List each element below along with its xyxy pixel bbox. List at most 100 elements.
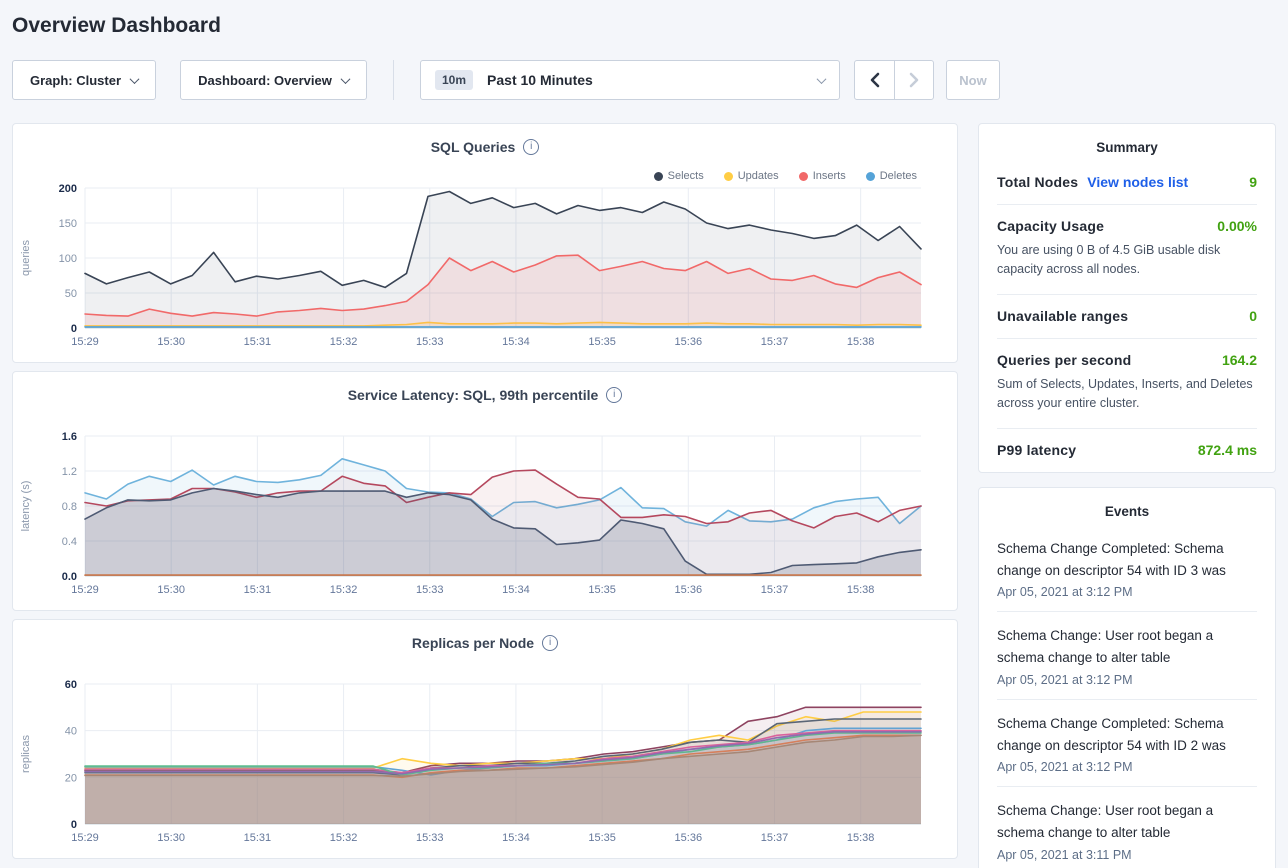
time-forward-button[interactable] <box>894 61 933 99</box>
summary-item-value: 872.4 ms <box>1198 442 1257 458</box>
time-range-select[interactable]: 10m Past 10 Minutes <box>420 60 840 100</box>
toolbar: Graph: Cluster Dashboard: Overview 10m P… <box>12 60 1276 100</box>
summary-item-value: 9 <box>1249 174 1257 190</box>
svg-text:15:35: 15:35 <box>588 584 616 596</box>
svg-text:15:34: 15:34 <box>502 584 530 596</box>
dashboard-dropdown[interactable]: Dashboard: Overview <box>180 60 367 100</box>
event-text[interactable]: Schema Change Completed: Schema change o… <box>997 538 1257 583</box>
svg-text:15:29: 15:29 <box>71 584 99 596</box>
summary-item-label: Total Nodes <box>997 174 1078 190</box>
summary-item: Unavailable ranges 0 <box>997 295 1257 339</box>
svg-text:replicas: replicas <box>20 735 32 773</box>
svg-text:15:32: 15:32 <box>330 584 358 596</box>
chart-title: Service Latency: SQL, 99th percentile i <box>13 387 957 403</box>
summary-item: P99 latency 872.4 ms <box>997 429 1257 472</box>
replicas-per-node-plot[interactable]: 15:2915:3015:3115:3215:3315:3415:3515:36… <box>13 676 958 852</box>
svg-text:50: 50 <box>65 288 77 300</box>
svg-text:15:30: 15:30 <box>157 832 185 844</box>
svg-text:15:31: 15:31 <box>244 584 272 596</box>
svg-text:15:33: 15:33 <box>416 336 444 348</box>
chevron-down-icon <box>130 74 140 84</box>
sql-queries-plot[interactable]: 15:2915:3015:3115:3215:3315:3415:3515:36… <box>13 180 958 356</box>
summary-item-value: 0 <box>1249 308 1257 324</box>
summary-item-label: Queries per second <box>997 352 1131 368</box>
svg-text:15:32: 15:32 <box>330 336 358 348</box>
svg-text:15:34: 15:34 <box>502 336 530 348</box>
chart-title-text: SQL Queries <box>431 139 516 155</box>
graph-dropdown-label: Graph: Cluster <box>30 73 121 88</box>
info-icon[interactable]: i <box>542 635 558 651</box>
charts-column: SQL Queries i SelectsUpdatesInsertsDelet… <box>12 123 958 859</box>
event-item: Schema Change: User root began a schema … <box>997 612 1257 700</box>
summary-item-label: P99 latency <box>997 442 1076 458</box>
now-button[interactable]: Now <box>946 60 1000 100</box>
info-icon[interactable]: i <box>606 387 622 403</box>
chart-title-text: Replicas per Node <box>412 635 534 651</box>
svg-text:1.6: 1.6 <box>62 431 77 443</box>
svg-text:15:31: 15:31 <box>244 832 272 844</box>
time-back-button[interactable] <box>855 61 894 99</box>
main-content: SQL Queries i SelectsUpdatesInsertsDelet… <box>12 123 1276 868</box>
page-title: Overview Dashboard <box>0 0 1288 38</box>
events-panel: Events Schema Change Completed: Schema c… <box>978 487 1276 868</box>
svg-text:queries: queries <box>20 239 32 276</box>
svg-text:100: 100 <box>59 253 77 265</box>
svg-text:1.2: 1.2 <box>62 466 77 478</box>
svg-text:15:29: 15:29 <box>71 336 99 348</box>
svg-text:15:36: 15:36 <box>675 832 703 844</box>
event-text[interactable]: Schema Change: User root began a schema … <box>997 800 1257 845</box>
svg-text:15:32: 15:32 <box>330 832 358 844</box>
svg-text:15:35: 15:35 <box>588 336 616 348</box>
svg-text:0.0: 0.0 <box>62 571 77 583</box>
svg-text:60: 60 <box>65 679 77 691</box>
chart-title-text: Service Latency: SQL, 99th percentile <box>348 387 599 403</box>
event-timestamp: Apr 05, 2021 at 3:12 PM <box>997 760 1257 774</box>
summary-item-label: Unavailable ranges <box>997 308 1128 324</box>
info-icon[interactable]: i <box>523 139 539 155</box>
svg-text:0: 0 <box>71 819 77 831</box>
side-column: Summary Total NodesView nodes list9Capac… <box>978 123 1276 868</box>
svg-text:0.4: 0.4 <box>62 536 77 548</box>
svg-text:150: 150 <box>59 218 77 230</box>
summary-item: Capacity Usage 0.00% You are using 0 B of … <box>997 205 1257 295</box>
svg-text:15:31: 15:31 <box>244 336 272 348</box>
summary-item-label: Capacity Usage <box>997 218 1104 234</box>
event-item: Schema Change: User root began a schema … <box>997 787 1257 868</box>
chevron-right-icon <box>908 72 920 88</box>
summary-item-description: You are using 0 B of 4.5 GiB usable disk… <box>997 241 1257 280</box>
event-text[interactable]: Schema Change Completed: Schema change o… <box>997 713 1257 758</box>
event-text[interactable]: Schema Change: User root began a schema … <box>997 625 1257 670</box>
svg-text:15:34: 15:34 <box>502 832 530 844</box>
summary-panel: Summary Total NodesView nodes list9Capac… <box>978 123 1276 473</box>
summary-item-value: 0.00% <box>1217 218 1257 234</box>
dashboard-dropdown-label: Dashboard: Overview <box>198 73 332 88</box>
event-item: Schema Change Completed: Schema change o… <box>997 700 1257 788</box>
graph-dropdown[interactable]: Graph: Cluster <box>12 60 156 100</box>
view-nodes-list-link[interactable]: View nodes list <box>1087 174 1188 190</box>
event-timestamp: Apr 05, 2021 at 3:12 PM <box>997 673 1257 687</box>
svg-text:0.8: 0.8 <box>62 501 77 513</box>
svg-text:15:38: 15:38 <box>847 584 875 596</box>
chart-title: SQL Queries i <box>13 139 957 155</box>
time-nav-group <box>854 60 934 100</box>
summary-item-value: 164.2 <box>1222 352 1257 368</box>
events-items: Schema Change Completed: Schema change o… <box>997 525 1257 868</box>
service-latency-plot[interactable]: 15:2915:3015:3115:3215:3315:3415:3515:36… <box>13 428 958 604</box>
svg-text:15:33: 15:33 <box>416 584 444 596</box>
event-item: Schema Change Completed: Schema change o… <box>997 525 1257 613</box>
svg-text:15:36: 15:36 <box>675 336 703 348</box>
summary-item-description: Sum of Selects, Updates, Inserts, and De… <box>997 375 1257 414</box>
svg-text:200: 200 <box>59 183 77 195</box>
chevron-left-icon <box>869 72 881 88</box>
chevron-down-icon <box>817 74 827 84</box>
replicas-per-node-chart-card: Replicas per Node i 15:2915:3015:3115:32… <box>12 619 958 859</box>
chart-title: Replicas per Node i <box>13 635 957 651</box>
svg-text:15:38: 15:38 <box>847 336 875 348</box>
svg-text:15:37: 15:37 <box>761 336 789 348</box>
time-range-badge: 10m <box>435 70 473 90</box>
summary-item: Total Nodes View nodes list 9 <box>997 161 1257 205</box>
summary-item: Queries per second 164.2 Sum of Selects, U… <box>997 339 1257 429</box>
svg-text:15:30: 15:30 <box>157 584 185 596</box>
svg-text:20: 20 <box>65 772 77 784</box>
svg-text:0: 0 <box>71 323 77 335</box>
